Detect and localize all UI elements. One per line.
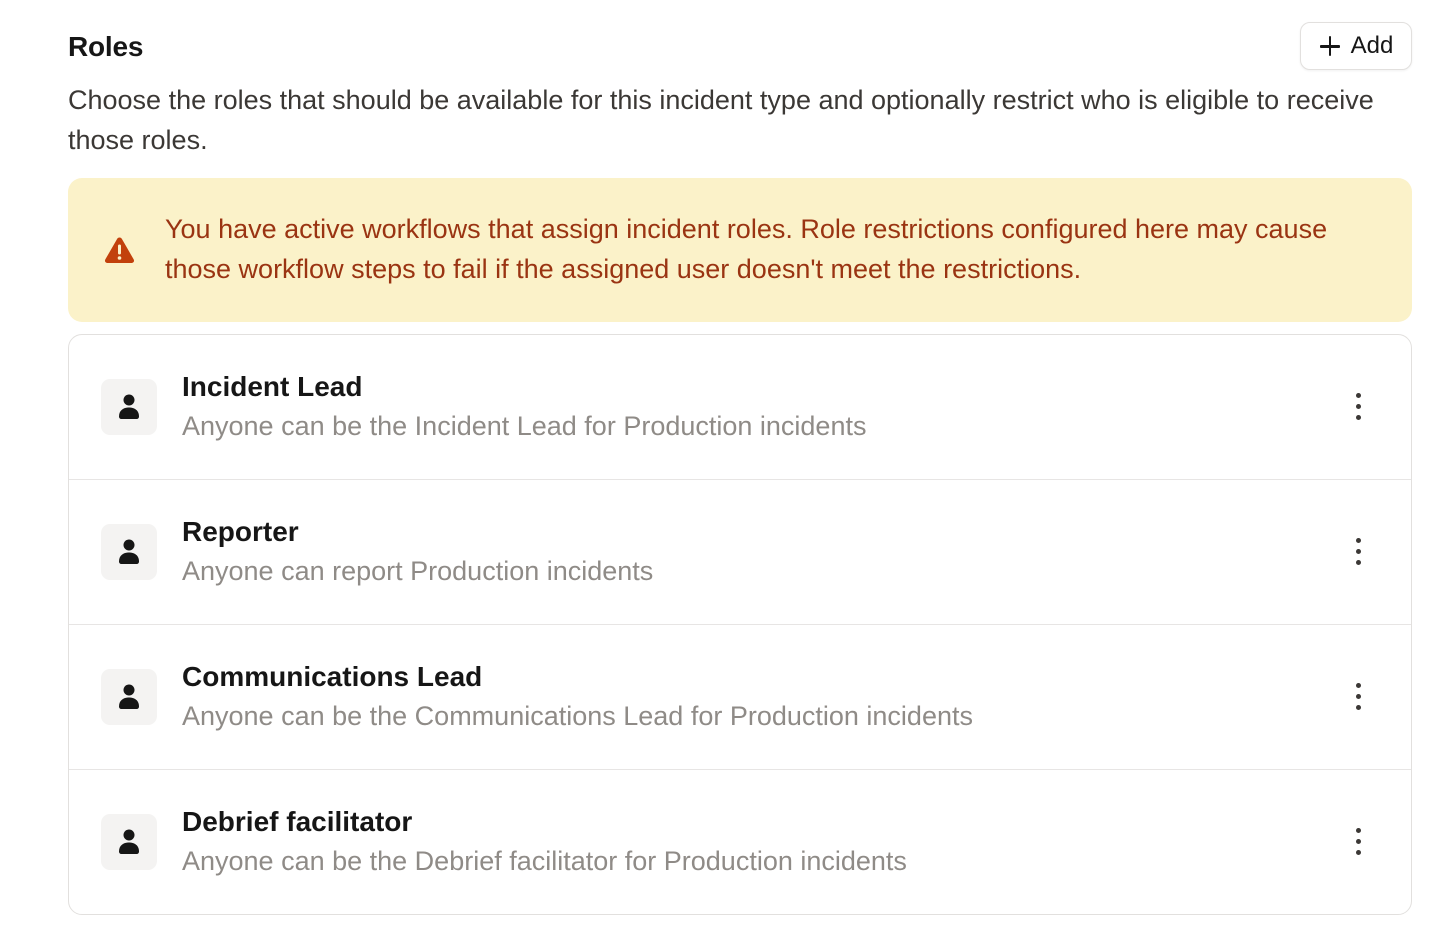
warning-callout: You have active workflows that assign in… bbox=[68, 178, 1412, 322]
roles-section: Roles Add Choose the roles that should b… bbox=[68, 22, 1412, 322]
role-name: Debrief facilitator bbox=[182, 806, 413, 837]
role-avatar bbox=[101, 524, 157, 580]
more-options-icon[interactable] bbox=[1351, 680, 1367, 714]
user-icon bbox=[119, 394, 139, 419]
warning-triangle-icon bbox=[104, 237, 135, 263]
section-description: Choose the roles that should be availabl… bbox=[68, 85, 1374, 155]
role-name: Reporter bbox=[182, 516, 299, 547]
user-icon bbox=[119, 829, 139, 854]
role-description: Anyone can be the Communications Lead fo… bbox=[182, 701, 973, 731]
section-title: Roles bbox=[68, 31, 144, 62]
role-description: Anyone can be the Incident Lead for Prod… bbox=[182, 411, 867, 441]
more-options-icon[interactable] bbox=[1351, 825, 1367, 859]
role-avatar bbox=[101, 669, 157, 725]
plus-icon bbox=[1319, 35, 1341, 57]
add-button-label: Add bbox=[1350, 32, 1394, 59]
role-description: Anyone can be the Debrief facilitator fo… bbox=[182, 846, 907, 876]
role-avatar bbox=[101, 379, 157, 435]
role-name: Incident Lead bbox=[182, 371, 363, 402]
user-icon bbox=[119, 684, 139, 709]
role-row-incident-lead[interactable]: Incident Lead Anyone can be the Incident… bbox=[69, 335, 1411, 480]
role-avatar bbox=[101, 814, 157, 870]
role-name: Communications Lead bbox=[182, 661, 483, 692]
add-role-button[interactable]: Add bbox=[1300, 22, 1412, 70]
role-description: Anyone can report Production incidents bbox=[182, 556, 654, 586]
warning-text: You have active workflows that assign in… bbox=[165, 214, 1328, 284]
more-options-icon[interactable] bbox=[1351, 390, 1367, 424]
more-options-icon[interactable] bbox=[1351, 535, 1367, 569]
role-row-debrief-facilitator[interactable]: Debrief facilitator Anyone can be the De… bbox=[69, 770, 1411, 914]
roles-list: Incident Lead Anyone can be the Incident… bbox=[68, 334, 1412, 915]
user-icon bbox=[119, 539, 139, 564]
roles-header: Roles Add bbox=[68, 22, 1412, 70]
role-row-reporter[interactable]: Reporter Anyone can report Production in… bbox=[69, 480, 1411, 625]
role-row-communications-lead[interactable]: Communications Lead Anyone can be the Co… bbox=[69, 625, 1411, 770]
